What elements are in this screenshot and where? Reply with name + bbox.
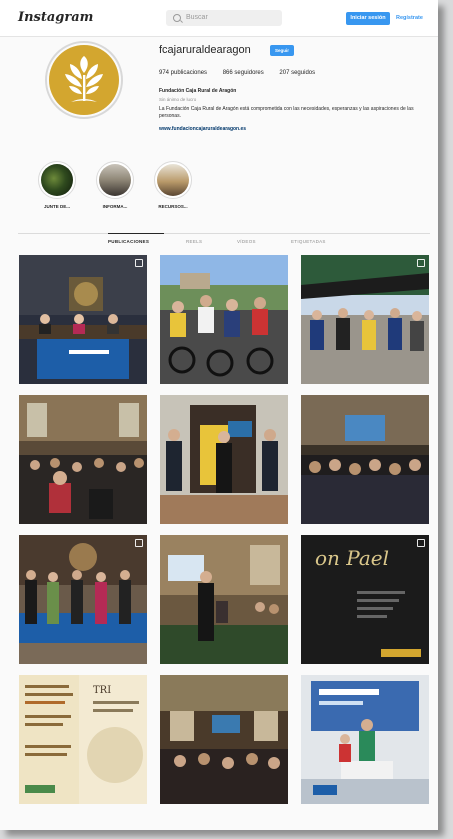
profile-username: fcajaruraldearagon [159,44,251,56]
post-thumbnail[interactable] [301,395,429,524]
instagram-profile-page: Instagram Buscar Iniciar sesión Regístra… [0,0,438,830]
post-thumbnail[interactable] [160,675,288,804]
post-thumbnail[interactable] [160,535,288,664]
tabs-divider [18,233,430,234]
multiple-photos-icon [135,259,143,267]
highlight-cover [38,161,76,199]
post-thumbnail[interactable] [19,395,147,524]
post-thumbnail[interactable] [19,535,147,664]
multiple-photos-icon [417,539,425,547]
svg-text:TRI: TRI [93,685,111,696]
search-input[interactable]: Buscar [166,10,282,26]
register-link[interactable]: Regístrate [396,12,423,25]
tab-tagged[interactable]: ETIQUETADAS [291,239,326,244]
top-navigation-bar: Instagram Buscar Iniciar sesión Regístra… [0,0,438,37]
post-thumbnail[interactable] [19,255,147,384]
story-highlight[interactable]: RECURSOS... [148,161,198,209]
multiple-photos-icon [417,259,425,267]
post-thumbnail[interactable]: on Pael [301,535,429,664]
svg-text:on Pael: on Pael [315,546,389,570]
highlight-cover [154,161,192,199]
profile-name: Fundación Caja Rural de Aragón [159,88,237,94]
following-count[interactable]: 207 seguidos [279,70,315,76]
login-button[interactable]: Iniciar sesión [346,12,390,25]
post-thumbnail[interactable] [160,395,288,524]
avatar[interactable] [49,45,119,115]
story-highlight[interactable]: INFORMA... [90,161,140,209]
active-tab-indicator [108,233,164,234]
profile-bio: La Fundación Caja Rural de Aragón está c… [159,106,414,119]
highlight-label: JUNTE DE... [43,204,70,209]
foundation-logo [65,56,103,102]
post-thumbnail[interactable] [301,255,429,384]
post-thumbnail[interactable]: TRI [19,675,147,804]
tab-reels[interactable]: REELS [186,239,202,244]
highlight-label: INFORMA... [102,204,128,209]
posts-count: 974 publicaciones [159,70,208,76]
highlight-cover [96,161,134,199]
search-placeholder: Buscar [186,14,208,21]
profile-stats: 974 publicaciones 866 seguidores 207 seg… [159,70,329,76]
search-icon [173,14,181,22]
instagram-logo[interactable]: Instagram [18,10,93,25]
profile-website-link[interactable]: www.fundacioncajaruraldearagon.es [159,126,246,132]
followers-count[interactable]: 866 seguidores [223,70,264,76]
tab-posts[interactable]: PUBLICACIONES [108,239,149,244]
post-thumbnail[interactable] [160,255,288,384]
tab-videos[interactable]: VÍDEOS [237,239,256,244]
multiple-photos-icon [135,539,143,547]
highlight-label: RECURSOS... [158,204,188,209]
story-highlight[interactable]: JUNTE DE... [32,161,82,209]
post-thumbnail[interactable] [301,675,429,804]
profile-category: Sin ánimo de lucro [159,97,197,102]
follow-button[interactable]: Seguir [270,45,294,56]
